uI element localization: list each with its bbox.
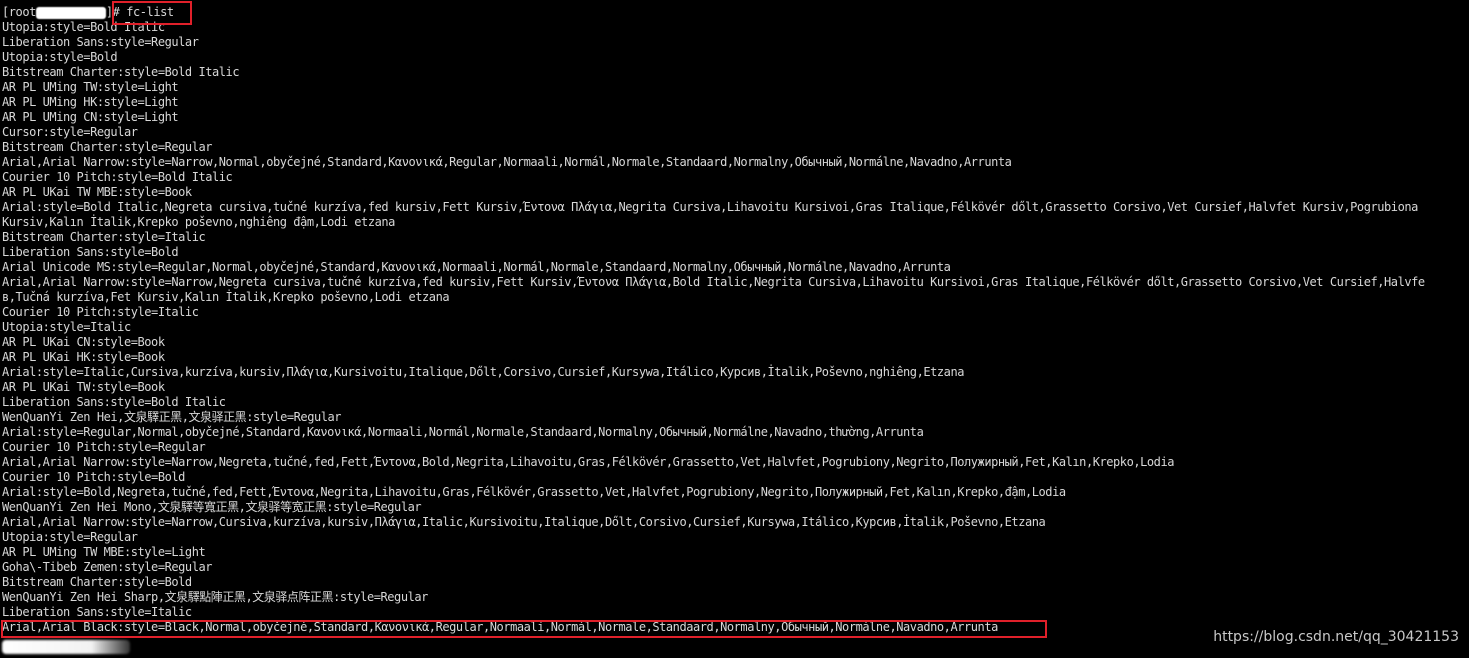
output-line: Courier 10 Pitch:style=Bold bbox=[2, 470, 185, 484]
output-line: Liberation Sans:style=Regular bbox=[2, 35, 199, 49]
output-line: Arial,Arial Narrow:style=Narrow,Negreta,… bbox=[2, 455, 1175, 469]
output-line: AR PL UKai CN:style=Book bbox=[2, 335, 165, 349]
output-line: Bitstream Charter:style=Bold bbox=[2, 575, 192, 589]
output-line: Arial:style=Bold,Negreta,tučné,fed,Fett,… bbox=[2, 485, 1066, 499]
output-line: Courier 10 Pitch:style=Bold Italic bbox=[2, 170, 233, 184]
output-line: Utopia:style=Bold bbox=[2, 50, 118, 64]
output-line: Utopia:style=Regular bbox=[2, 530, 138, 544]
output-line: Goha\-Tibeb Zemen:style=Regular bbox=[2, 560, 213, 574]
output-line: AR PL UMing CN:style=Light bbox=[2, 110, 179, 124]
output-line: Bitstream Charter:style=Regular bbox=[2, 140, 213, 154]
output-line: AR PL UKai TW:style=Book bbox=[2, 380, 165, 394]
terminal-window[interactable]: [root]# fc-list Utopia:style=Bold Italic… bbox=[0, 0, 1469, 658]
output-line: Cursor:style=Regular bbox=[2, 125, 138, 139]
prompt-prefix: [root bbox=[2, 5, 36, 19]
output-line: Arial:style=Italic,Cursiva,kurzíva,kursi… bbox=[2, 365, 964, 379]
output-line: WenQuanYi Zen Hei Sharp,文泉驛點陣正黑,文泉驿点阵正黑:… bbox=[2, 590, 428, 604]
output-line: Arial,Arial Narrow:style=Narrow,Negreta … bbox=[2, 275, 1425, 289]
output-line: Arial:style=Bold Italic,Negreta cursiva,… bbox=[2, 200, 1418, 214]
output-line: Courier 10 Pitch:style=Regular bbox=[2, 440, 206, 454]
redacted-hostname bbox=[35, 6, 106, 19]
output-line: Liberation Sans:style=Bold Italic bbox=[2, 395, 226, 409]
output-line: AR PL UMing TW:style=Light bbox=[2, 80, 179, 94]
output-line: Liberation Sans:style=Italic bbox=[2, 605, 192, 619]
output-line: WenQuanYi Zen Hei Mono,文泉驛等寬正黑,文泉驿等宽正黑:s… bbox=[2, 500, 422, 514]
output-line: AR PL UKai TW MBE:style=Book bbox=[2, 185, 192, 199]
output-line: Liberation Sans:style=Bold bbox=[2, 245, 179, 259]
row-highlight-box bbox=[1, 620, 1047, 638]
output-line: Courier 10 Pitch:style=Italic bbox=[2, 305, 199, 319]
output-line: WenQuanYi Zen Hei,文泉驛正黑,文泉驿正黑:style=Regu… bbox=[2, 410, 342, 424]
output-line: Bitstream Charter:style=Bold Italic bbox=[2, 65, 240, 79]
output-line: Bitstream Charter:style=Italic bbox=[2, 230, 206, 244]
redacted-prompt-smudge bbox=[2, 640, 130, 654]
output-line: Arial,Arial Narrow:style=Narrow,Normal,o… bbox=[2, 155, 1012, 169]
output-line: Arial:style=Regular,Normal,obyčejné,Stan… bbox=[2, 425, 924, 439]
output-line: AR PL UMing TW MBE:style=Light bbox=[2, 545, 206, 559]
command-highlight-box bbox=[112, 1, 192, 25]
output-line: Utopia:style=Italic bbox=[2, 320, 131, 334]
output-line: AR PL UKai HK:style=Book bbox=[2, 350, 165, 364]
output-line: Arial Unicode MS:style=Regular,Normal,ob… bbox=[2, 260, 951, 274]
output-line: Kursiv,Kalın İtalik,Krepko poševno,nghiê… bbox=[2, 215, 395, 229]
watermark-text: https://blog.csdn.net/qq_30421153 bbox=[1213, 629, 1459, 645]
output-line: Arial,Arial Narrow:style=Narrow,Cursiva,… bbox=[2, 515, 1046, 529]
output-line: в,Tučná kurzíva,Fet Kursiv,Kalın İtalik,… bbox=[2, 290, 450, 304]
output-line: AR PL UMing HK:style=Light bbox=[2, 95, 179, 109]
